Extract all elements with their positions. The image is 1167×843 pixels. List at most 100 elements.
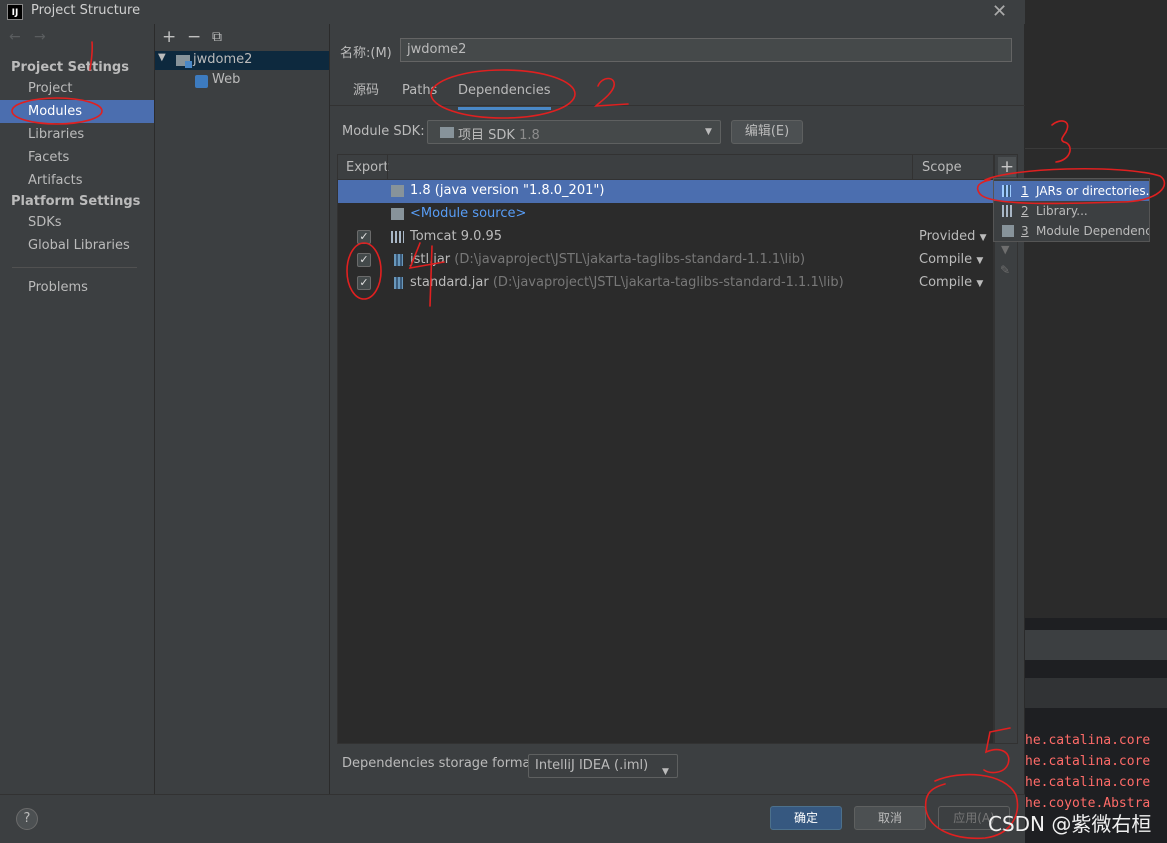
forward-arrow-icon[interactable]: → [34,29,46,45]
ok-button[interactable]: 确定 [770,806,842,830]
menu-item-label: Module Dependency... [1036,224,1150,238]
window-title: Project Structure [31,3,141,18]
dependency-name: 1.8 (java version "1.8.0_201") [410,183,605,198]
module-icon [1002,225,1014,237]
module-sdk-select[interactable]: 项目 SDK 1.8 ▼ [427,120,721,144]
editor-area [1025,0,1167,148]
table-row[interactable]: ✓ standard.jar (D:\javaproject\JSTL\jaka… [338,272,993,295]
column-header-scope[interactable]: Scope [922,160,962,175]
module-sdk-label: Module SDK: [342,124,425,139]
log-line: he.catalina.core [1025,775,1151,790]
scope-value: Compile [919,275,973,290]
edit-icon[interactable]: ✎ [1000,263,1010,277]
help-button[interactable]: ? [16,808,38,830]
jar-icon [1002,185,1011,197]
title-bar: IJ Project Structure ✕ [0,0,1025,24]
chevron-down-icon: ▼ [705,127,712,137]
module-name: jwdome2 [193,52,253,67]
storage-format-select[interactable]: IntelliJ IDEA (.iml) ▼ [528,754,678,778]
menu-item-library[interactable]: 2 Library... [994,201,1149,221]
web-facet-icon [195,75,208,88]
project-settings-heading: Project Settings [11,60,129,75]
storage-format-value: IntelliJ IDEA (.iml) [535,758,649,773]
menu-item-module-dependency[interactable]: 3 Module Dependency... [994,221,1150,241]
log-line: he.catalina.core [1025,754,1151,769]
sidebar-item-problems[interactable]: Problems [0,276,154,299]
scope-value: Provided [919,229,976,244]
table-row[interactable]: ✓ Tomcat 9.0.95 Provided ▼ [338,226,993,249]
scope-value: Compile [919,252,973,267]
sidebar-item-modules[interactable]: Modules [0,100,154,123]
column-header-export[interactable]: Export [346,160,389,175]
dependency-path: (D:\javaproject\JSTL\jakarta-taglibs-sta… [492,275,844,290]
dialog-footer: ? 确定 取消 应用(A) [0,794,1025,843]
menu-item-number: 2 [1021,204,1029,218]
sidebar-item-artifacts[interactable]: Artifacts [0,169,154,192]
intellij-icon: IJ [7,4,23,20]
expand-arrow-icon[interactable]: ▼ [158,52,166,63]
sdk-version: 1.8 [519,128,540,143]
cancel-button[interactable]: 取消 [854,806,926,830]
tabs-divider [330,105,1025,106]
module-settings: 名称:(M) jwdome2 源码 Paths Dependencies Mod… [330,24,1025,794]
project-structure-dialog: IJ Project Structure ✕ ← → Project Setti… [0,0,1025,843]
library-icon [1002,205,1014,217]
jar-icon [394,277,403,289]
scope-select[interactable]: Compile ▼ [919,275,983,290]
move-down-icon[interactable]: ▼ [1001,243,1009,256]
add-dependency-menu: 1 JARs or directories... 2 Library... 3 … [993,178,1150,242]
divider [12,267,137,268]
name-label: 名称:(M) [340,46,392,61]
close-icon[interactable]: ✕ [992,1,1007,22]
background-editor: he.catalina.core he.catalina.core he.cat… [1025,0,1167,843]
module-icon [176,55,192,68]
remove-icon[interactable]: − [187,27,201,47]
scope-select[interactable]: Provided ▼ [919,229,987,244]
back-arrow-icon[interactable]: ← [9,29,21,45]
sidebar-item-sdks[interactable]: SDKs [0,211,154,234]
library-icon [391,231,404,243]
dependency-name: jstl.jar [410,252,451,267]
table-row[interactable]: <Module source> [338,203,993,226]
chevron-down-icon: ▼ [662,767,669,777]
watermark: CSDN @紫微右桓 [988,812,1152,836]
tree-node-module[interactable]: ▼ jwdome2 [155,51,329,70]
module-name-input[interactable]: jwdome2 [400,38,1012,62]
table-row[interactable]: ✓ jstl.jar (D:\javaproject\JSTL\jakarta-… [338,249,993,272]
log-line: he.catalina.core [1025,733,1151,748]
dependency-name: Tomcat 9.0.95 [410,229,503,244]
sdk-folder-icon [440,127,454,138]
sidebar-item-project[interactable]: Project [0,77,154,100]
chevron-down-icon: ▼ [976,256,984,266]
edit-sdk-button[interactable]: 编辑(E) [731,120,803,144]
menu-item-label: Library... [1036,204,1088,218]
chevron-down-icon: ▼ [976,279,984,289]
copy-icon[interactable]: ⧉ [212,29,222,45]
menu-item-number: 3 [1021,224,1029,238]
menu-item-number: 1 [1021,184,1029,198]
column-divider [387,155,388,180]
export-checkbox[interactable]: ✓ [357,253,371,267]
scope-select[interactable]: Compile ▼ [919,252,983,267]
export-checkbox[interactable]: ✓ [357,276,371,290]
tree-node-web[interactable]: Web [212,72,240,87]
dependency-name: standard.jar [410,275,489,290]
folder-icon [391,185,404,197]
menu-item-jars-or-directories[interactable]: 1 JARs or directories... [994,181,1149,201]
jar-icon [394,254,403,266]
table-header: Export Scope [338,155,993,180]
dependency-name: <Module source> [410,206,527,221]
add-icon[interactable]: + [162,27,176,47]
dependency-path: (D:\javaproject\JSTL\jakarta-taglibs-sta… [454,252,806,267]
sidebar-item-global-libraries[interactable]: Global Libraries [0,234,154,257]
add-dependency-button[interactable]: + [998,157,1016,177]
sidebar-item-facets[interactable]: Facets [0,146,154,169]
export-checkbox[interactable]: ✓ [357,230,371,244]
column-divider [912,155,913,180]
module-source-icon [391,208,404,220]
table-row[interactable]: 1.8 (java version "1.8.0_201") [338,180,993,203]
dependencies-table: Export Scope 1.8 (java version "1.8.0_20… [337,154,994,744]
chevron-down-icon: ▼ [979,233,987,243]
sidebar-item-libraries[interactable]: Libraries [0,123,154,146]
tool-window-header [1025,630,1167,660]
